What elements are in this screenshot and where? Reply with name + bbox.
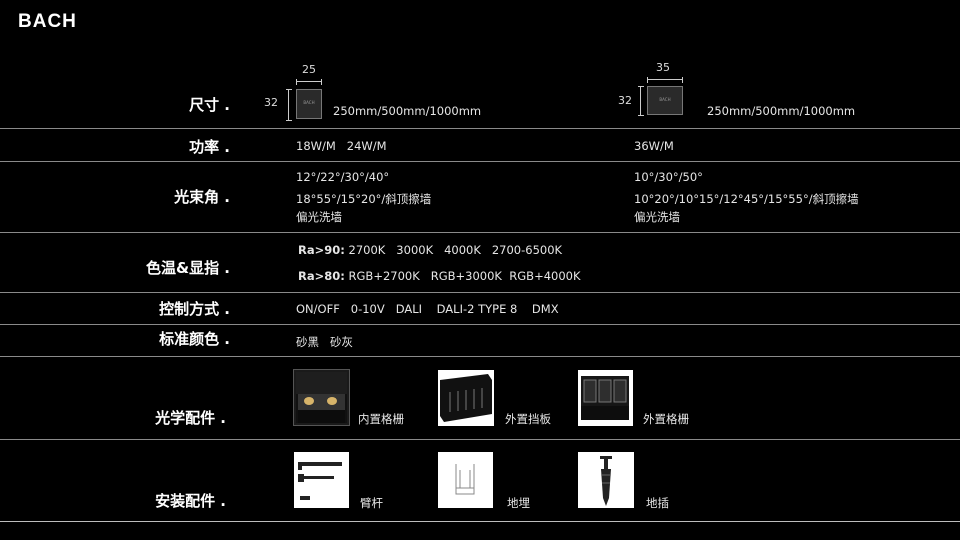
beam-b-line1: 10°/30°/50°	[634, 170, 703, 184]
outer-grille-icon	[578, 370, 633, 426]
mounting-caption-2: 地埋	[507, 496, 530, 510]
profile-b-text: BACH	[659, 97, 671, 102]
cct-line1-cond: >90:	[314, 243, 345, 257]
cct-line1-values: 2700K 3000K 4000K 2700-6500K	[348, 243, 563, 257]
power-label: 功率 .	[189, 138, 230, 156]
optics-caption-1: 内置格栅	[358, 412, 404, 426]
cct-line2-cond: >80:	[314, 269, 345, 283]
divider	[0, 232, 960, 233]
size-b-width: 35	[656, 61, 670, 74]
mounting-label: 安装配件 .	[155, 492, 226, 510]
size-a-width: 25	[302, 63, 316, 76]
color-label: 标准颜色 .	[159, 330, 230, 348]
power-b: 36W/M	[634, 139, 674, 153]
size-a-height-bracket	[286, 89, 292, 121]
profile-a-icon: BACH	[296, 89, 322, 119]
divider	[0, 128, 960, 129]
cct-line2-prefix: Ra	[298, 269, 315, 283]
cct-line2-values: RGB+2700K RGB+3000K RGB+4000K	[348, 269, 581, 283]
size-b-height: 32	[618, 94, 632, 107]
arm-rod-icon	[294, 452, 349, 508]
divider	[0, 439, 960, 440]
size-label: 尺寸 .	[189, 96, 230, 114]
brand-logo: BACH	[18, 11, 77, 33]
beam-b-line3: 偏光洗墙	[634, 210, 680, 224]
optics-caption-3: 外置格栅	[643, 412, 689, 426]
profile-b-icon: BACH	[647, 86, 683, 115]
mounting-caption-1: 臂杆	[360, 496, 383, 510]
ground-spike-icon	[578, 452, 634, 508]
size-b-lengths: 250mm/500mm/1000mm	[707, 104, 856, 118]
divider	[0, 356, 960, 357]
cct-line1-prefix: Ra	[298, 243, 315, 257]
size-b-width-bracket	[647, 77, 683, 83]
size-a-width-bracket	[296, 79, 322, 85]
cct-label: 色温&显指 .	[145, 259, 230, 277]
beam-b-line2: 10°20°/10°15°/12°45°/15°55°/斜顶擦墙	[634, 192, 859, 206]
size-a-lengths: 250mm/500mm/1000mm	[333, 104, 482, 118]
inner-grille-icon	[293, 369, 350, 426]
beam-a-line2: 18°55°/15°20°/斜顶擦墙	[296, 192, 432, 206]
divider	[0, 324, 960, 325]
divider	[0, 161, 960, 162]
control-value: ON/OFF 0-10V DALI DALI-2 TYPE 8 DMX	[296, 302, 559, 316]
divider	[0, 521, 960, 522]
size-b-height-bracket	[638, 86, 644, 116]
beam-label: 光束角 .	[174, 188, 230, 206]
power-a: 18W/M 24W/M	[296, 139, 387, 153]
cct-line2: Ra>80: RGB+2700K RGB+3000K RGB+4000K	[298, 269, 581, 283]
divider	[0, 292, 960, 293]
cct-line1: Ra>90: 2700K 3000K 4000K 2700-6500K	[298, 243, 562, 257]
profile-a-text: BACH	[303, 100, 315, 105]
outer-baffle-icon	[438, 370, 494, 426]
optics-label: 光学配件 .	[155, 409, 226, 427]
color-value: 砂黑 砂灰	[296, 335, 353, 349]
beam-a-line3: 偏光洗墙	[296, 210, 342, 224]
beam-a-line1: 12°/22°/30°/40°	[296, 170, 390, 184]
ground-buried-icon	[438, 452, 493, 508]
brand-logo-text: BACH	[18, 11, 77, 32]
mounting-caption-3: 地插	[646, 496, 669, 510]
size-a-height: 32	[264, 96, 278, 109]
control-label: 控制方式 .	[159, 300, 230, 318]
optics-caption-2: 外置挡板	[505, 412, 551, 426]
